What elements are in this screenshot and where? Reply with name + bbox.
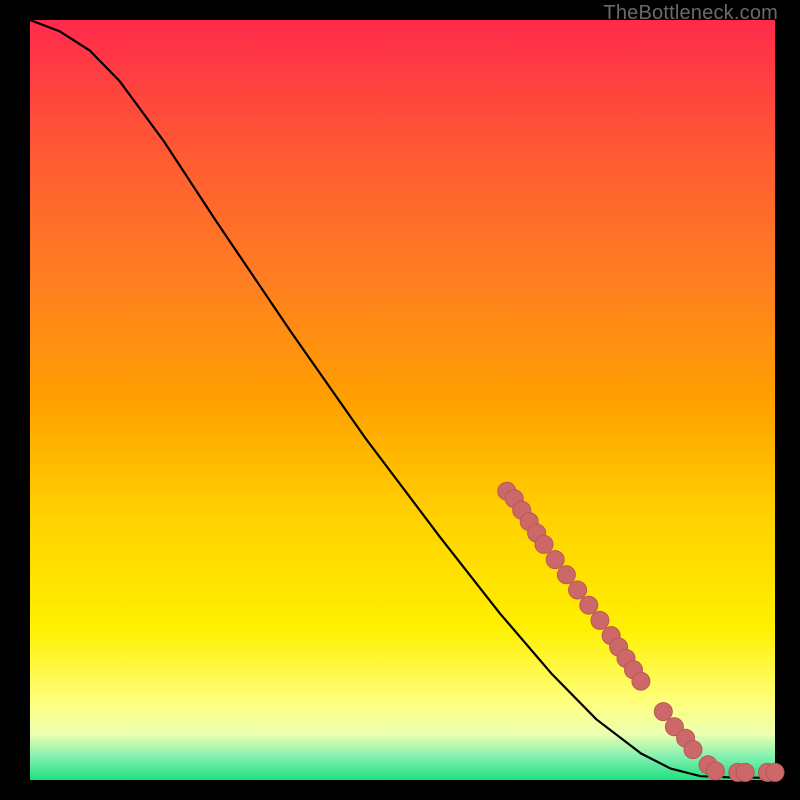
data-marker [736,763,754,781]
data-marker [706,762,724,780]
data-marker [546,551,564,569]
data-marker [535,535,553,553]
data-marker [654,703,672,721]
data-marker [580,596,598,614]
data-marker [632,672,650,690]
data-marker [591,611,609,629]
data-marker [766,763,784,781]
data-marker [684,741,702,759]
data-marker [557,566,575,584]
data-marker [569,581,587,599]
chart-svg [30,20,775,780]
plot-area [30,20,775,780]
bottleneck-curve [30,20,775,778]
chart-frame: TheBottleneck.com [0,0,800,800]
data-markers [498,482,784,781]
